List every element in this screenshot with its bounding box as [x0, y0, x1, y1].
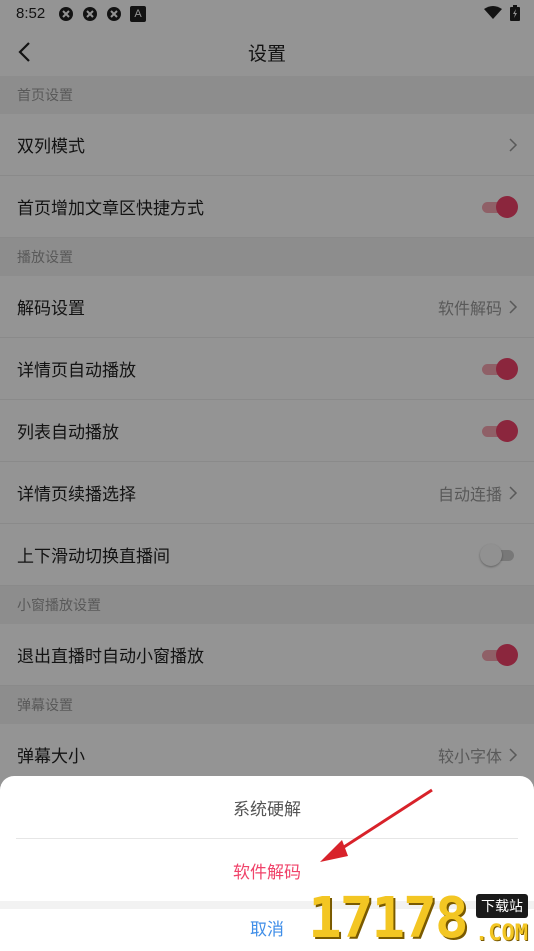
- watermark-suffix: .COM: [475, 921, 528, 946]
- annotation-arrow-icon: [320, 788, 433, 862]
- watermark-tag: 下载站: [476, 894, 528, 918]
- watermark-number: 17178: [308, 886, 469, 951]
- site-watermark-logo: 17178 下载站 .COM: [308, 888, 534, 950]
